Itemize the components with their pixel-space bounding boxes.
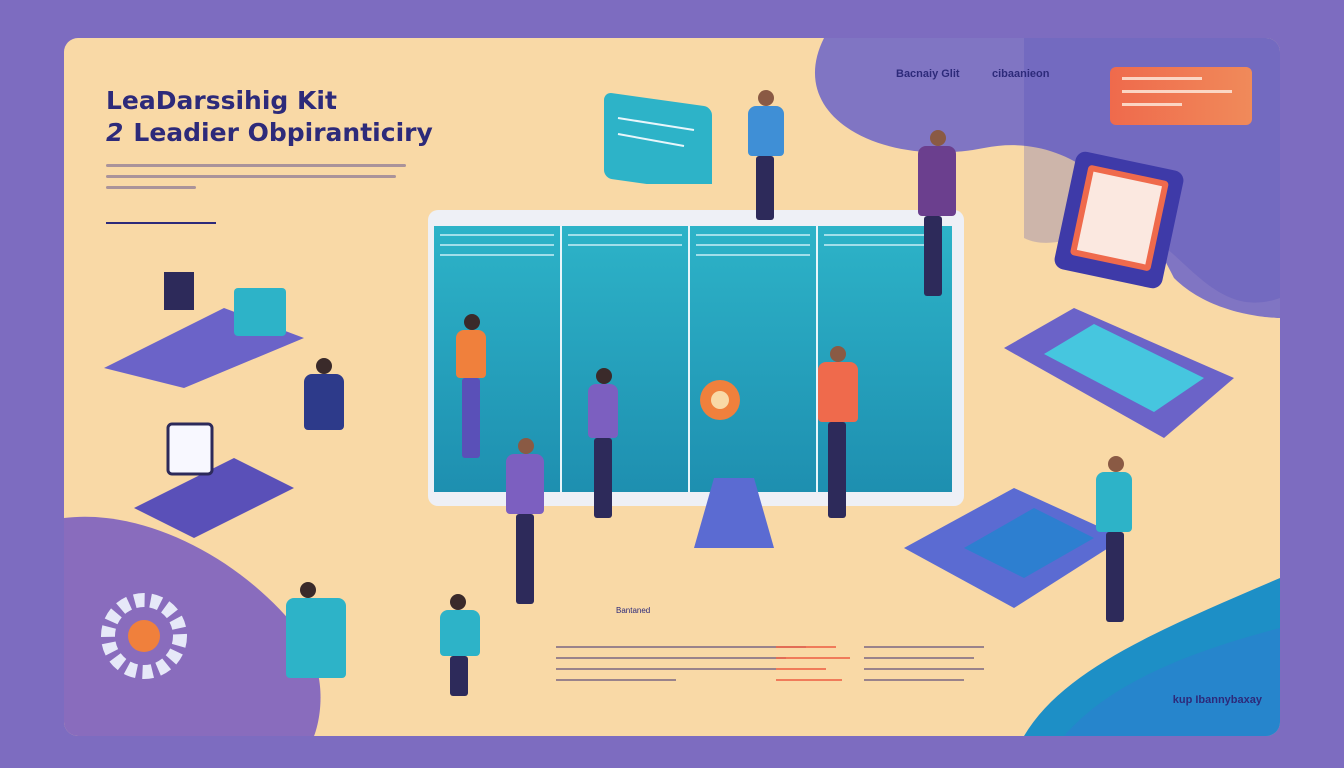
pad-right bbox=[1004, 308, 1234, 438]
screen-panel bbox=[434, 226, 562, 492]
header-link-2[interactable]: cibaanieon bbox=[992, 68, 1049, 80]
callout-box bbox=[1110, 67, 1252, 125]
tablet-right bbox=[1054, 151, 1184, 289]
screen-panel bbox=[690, 226, 818, 492]
monitor-stand bbox=[694, 478, 774, 548]
corner-caption: kup Ibannybaxay bbox=[1172, 694, 1262, 706]
subtitle-number: 2 bbox=[106, 118, 124, 147]
page-subtitle: 2 Leadier Obpiranticiry bbox=[106, 118, 433, 147]
target-icon bbox=[700, 380, 740, 420]
title-rule bbox=[106, 222, 216, 224]
subtitle-text: Leadier Obpiranticiry bbox=[133, 118, 433, 147]
floating-chart-card bbox=[604, 93, 712, 184]
infographic-card: LeaDarssihig Kit 2 Leadier Obpiranticiry … bbox=[64, 38, 1280, 736]
small-tag: Bantaned bbox=[616, 606, 651, 615]
text-block-bottom-right bbox=[864, 646, 984, 690]
monitor-screen bbox=[434, 226, 952, 492]
workstation-left bbox=[104, 272, 304, 388]
laptop-left bbox=[134, 422, 294, 538]
page-title: LeaDarssihig Kit bbox=[106, 86, 337, 115]
desk-right bbox=[904, 488, 1124, 608]
gear-icon bbox=[101, 593, 187, 679]
screen-panel bbox=[562, 226, 690, 492]
chart-bars-bottom bbox=[776, 646, 850, 690]
header-link-1[interactable]: Bacnaiy Glit bbox=[896, 68, 960, 80]
intro-text-lines bbox=[106, 164, 406, 197]
text-block-bottom-left bbox=[556, 646, 806, 690]
